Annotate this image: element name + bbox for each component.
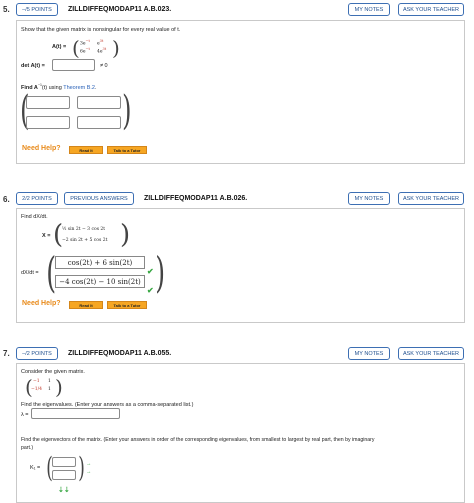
eigenvector-prompt-cont: part.) bbox=[21, 445, 34, 451]
question-7: 7. –/2 POINTS ZILLDIFFEQMODAP11 A.B.055.… bbox=[0, 345, 474, 503]
dx-right-paren: ) bbox=[155, 248, 166, 297]
inverse-input-11[interactable] bbox=[26, 96, 70, 109]
eigenvector-prompt: Find the eigenvectors of the matrix. (En… bbox=[21, 437, 375, 443]
talk-tutor-button[interactable]: Talk to a Tutor bbox=[107, 301, 147, 309]
k1-label: K₁ = bbox=[30, 465, 41, 471]
question-prompt: Show that the given matrix is nonsingula… bbox=[21, 27, 181, 33]
k1-input-2[interactable] bbox=[52, 470, 76, 480]
matrix-cell: 3e−t bbox=[80, 39, 90, 47]
det-label: det A(t) = bbox=[21, 63, 45, 69]
previous-answers-button[interactable]: PREVIOUS ANSWERS bbox=[64, 192, 134, 205]
down-arrows-icon: ⇣⇣ bbox=[58, 487, 70, 494]
lambda-label: λ = bbox=[21, 412, 29, 418]
matrix-left-paren: ( bbox=[72, 36, 80, 60]
k1-right-paren: ) bbox=[78, 451, 85, 484]
ask-teacher-button[interactable]: ASK YOUR TEACHER bbox=[398, 347, 464, 360]
arrow-icon: → bbox=[86, 469, 92, 475]
find-inverse-prompt: Find A−1(t) using Theorem B.2. bbox=[21, 83, 97, 91]
points-badge[interactable]: –/5 POINTS bbox=[16, 3, 58, 16]
my-notes-button[interactable]: MY NOTES bbox=[348, 347, 390, 360]
question-number: 7. bbox=[3, 349, 10, 358]
matrix-cell: 6e−t bbox=[80, 47, 90, 55]
check-icon: ✔ bbox=[147, 286, 154, 295]
ask-teacher-button[interactable]: ASK YOUR TEACHER bbox=[398, 3, 464, 16]
question-id: ZILLDIFFEQMODAP11 A.B.023. bbox=[68, 6, 172, 13]
answer-1[interactable]: cos(2t) + 6 sin(2t) bbox=[55, 256, 145, 269]
matrix-right-paren: ) bbox=[55, 375, 63, 399]
matrix-label: A(t) = bbox=[52, 44, 67, 50]
inverse-input-12[interactable] bbox=[77, 96, 121, 109]
dx-label: dX/dt = bbox=[21, 270, 39, 276]
arrow-icon: → bbox=[86, 461, 92, 467]
matrix-right-paren: ) bbox=[112, 36, 120, 60]
my-notes-button[interactable]: MY NOTES bbox=[348, 3, 390, 16]
question-5: 5. –/5 POINTS ZILLDIFFEQMODAP11 A.B.023.… bbox=[0, 0, 474, 170]
question-6: 6. 2/2 POINTS PREVIOUS ANSWERS ZILLDIFFE… bbox=[0, 190, 474, 323]
need-help-label: Need Help? bbox=[22, 145, 61, 152]
inverse-input-21[interactable] bbox=[26, 116, 70, 129]
theorem-link[interactable]: Theorem B.2 bbox=[63, 85, 95, 91]
x-left-paren: ( bbox=[53, 220, 64, 250]
question-prompt: Find dX/dt. bbox=[21, 214, 48, 220]
ask-teacher-button[interactable]: ASK YOUR TEACHER bbox=[398, 192, 464, 205]
matrix-cell: 4e3t bbox=[97, 47, 107, 55]
check-icon: ✔ bbox=[147, 267, 154, 276]
x-label: X = bbox=[42, 233, 51, 239]
x-row-2: −2 sin 2t + 5 cos 2t bbox=[62, 238, 108, 243]
question-number: 5. bbox=[3, 5, 10, 14]
read-it-button[interactable]: Read It bbox=[69, 301, 103, 309]
x-right-paren: ) bbox=[120, 220, 131, 250]
question-number: 6. bbox=[3, 195, 10, 204]
matrix-cell: 1 bbox=[48, 387, 51, 392]
answer-2[interactable]: −4 cos(2t) − 10 sin(2t) bbox=[55, 275, 145, 288]
eigenvalue-input[interactable] bbox=[31, 408, 120, 419]
x-row-1: ½ sin 2t − 3 cos 2t bbox=[62, 227, 106, 232]
matrix-cell: e3t bbox=[97, 39, 104, 47]
my-notes-button[interactable]: MY NOTES bbox=[348, 192, 390, 205]
talk-tutor-button[interactable]: Talk to a Tutor bbox=[107, 146, 147, 154]
inverse-input-22[interactable] bbox=[77, 116, 121, 129]
question-id: ZILLDIFFEQMODAP11 A.B.026. bbox=[144, 195, 248, 202]
question-id: ZILLDIFFEQMODAP11 A.B.055. bbox=[68, 350, 172, 357]
det-suffix: ≠ 0 bbox=[100, 63, 108, 69]
need-help-label: Need Help? bbox=[22, 300, 61, 307]
matrix-cell: −1 bbox=[33, 379, 40, 384]
points-badge[interactable]: –/2 POINTS bbox=[16, 347, 58, 360]
matrix-cell: −1/4 bbox=[31, 387, 43, 392]
inverse-right-paren: ) bbox=[122, 88, 132, 134]
k1-input-1[interactable] bbox=[52, 457, 76, 467]
read-it-button[interactable]: Read It bbox=[69, 146, 103, 154]
matrix-cell: 1 bbox=[48, 379, 51, 384]
det-input[interactable] bbox=[52, 59, 95, 71]
points-badge[interactable]: 2/2 POINTS bbox=[16, 192, 58, 205]
